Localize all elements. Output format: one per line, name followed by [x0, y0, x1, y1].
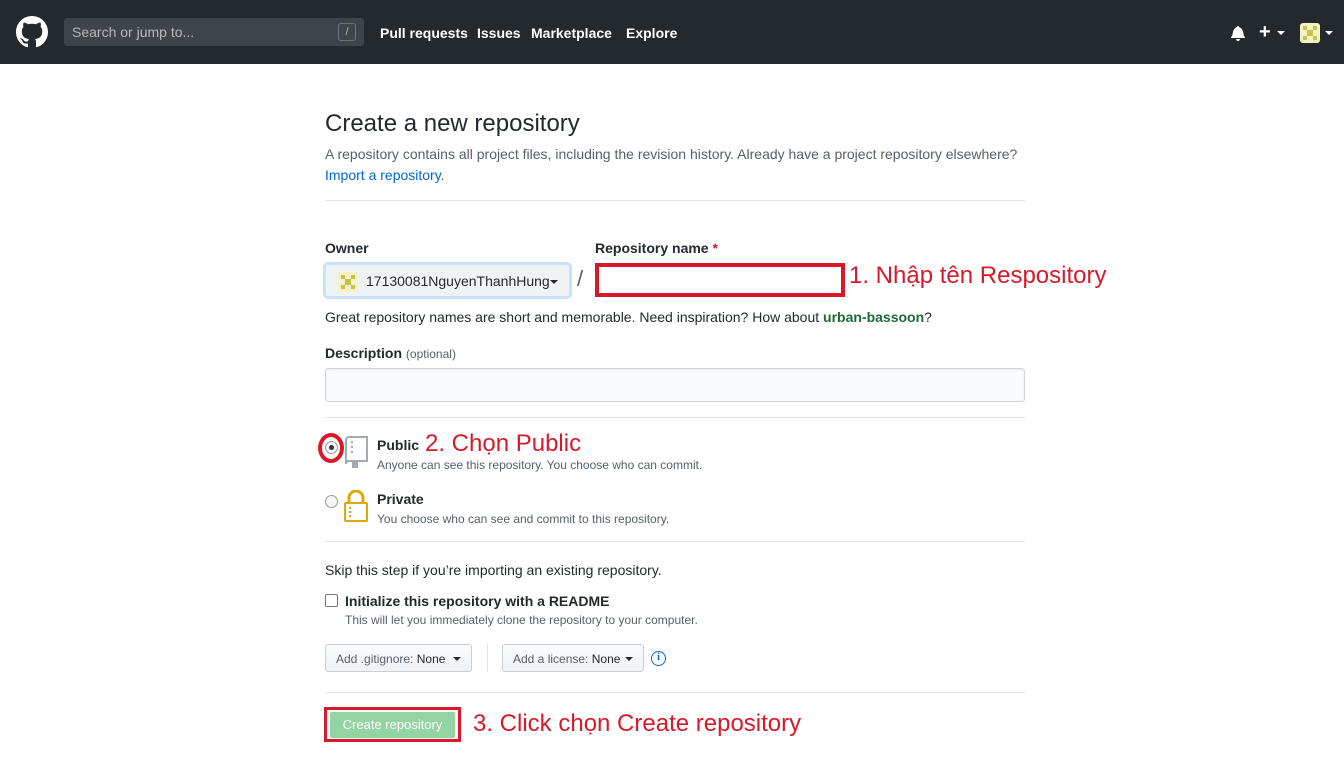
info-icon[interactable]: i: [651, 651, 666, 666]
hint-text: Great repository names are short and mem…: [325, 309, 820, 325]
chevron-down-icon: [1277, 31, 1285, 35]
private-radio[interactable]: [325, 495, 338, 508]
import-link-suffix: .: [440, 167, 445, 183]
annotation-step-3: 3. Click chọn Create repository: [473, 710, 802, 737]
annotation-circle: [318, 433, 344, 463]
chevron-down-icon: [550, 280, 558, 284]
divider: [325, 541, 1025, 542]
owner-label: Owner: [325, 240, 369, 256]
avatar[interactable]: [1300, 23, 1320, 43]
owner-select[interactable]: 17130081NguyenThanhHung: [325, 264, 570, 297]
license-select[interactable]: Add a license: None: [502, 644, 644, 672]
chevron-down-icon: [625, 657, 633, 661]
annotation-step-2: 2. Chọn Public: [425, 430, 582, 457]
public-title[interactable]: Public: [377, 437, 419, 453]
repo-name-input[interactable]: [595, 263, 845, 297]
description-label: Description (optional): [325, 345, 456, 361]
github-logo-icon[interactable]: [16, 16, 48, 48]
nav-marketplace[interactable]: Marketplace: [531, 25, 612, 41]
lock-icon: [344, 490, 368, 522]
required-mark: *: [712, 240, 718, 256]
suggested-name-link[interactable]: urban-bassoon: [823, 309, 924, 325]
vertical-divider: [487, 644, 488, 672]
gitignore-value: None: [416, 652, 446, 666]
page-description-text: A repository contains all project files,…: [325, 146, 1018, 162]
readme-checkbox[interactable]: [325, 594, 338, 607]
description-optional: (optional): [405, 347, 456, 361]
readme-note: This will let you immediately clone the …: [345, 613, 698, 627]
nav-explore[interactable]: Explore: [626, 25, 677, 41]
description-input[interactable]: [325, 368, 1025, 402]
license-label: Add a license:: [513, 652, 589, 666]
create-repository-button[interactable]: Create repository: [330, 712, 455, 738]
readme-label[interactable]: Initialize this repository with a README: [345, 593, 609, 609]
hint-suffix: ?: [924, 309, 932, 325]
chevron-down-icon: [1325, 31, 1333, 35]
search-shortcut-key: /: [338, 23, 356, 41]
chevron-down-icon: [453, 657, 461, 661]
plus-icon[interactable]: +: [1259, 22, 1271, 42]
page-title: Create a new repository: [325, 110, 580, 137]
annotation-box: Create repository: [324, 707, 461, 742]
gitignore-label: Add .gitignore:: [336, 652, 414, 666]
owner-name: 17130081NguyenThanhHung: [366, 273, 550, 289]
private-title[interactable]: Private: [377, 491, 424, 507]
identicon-icon: [1303, 26, 1317, 40]
public-note: Anyone can see this repository. You choo…: [377, 458, 703, 472]
divider: [325, 200, 1025, 201]
search-input[interactable]: Search or jump to... /: [64, 18, 364, 46]
nav-issues[interactable]: Issues: [477, 25, 521, 41]
private-note: You choose who can see and commit to thi…: [377, 512, 670, 526]
import-repository-link[interactable]: Import a repository: [325, 167, 441, 183]
owner-avatar: [338, 272, 358, 292]
repo-name-label-text: Repository name: [595, 240, 709, 256]
gitignore-text: Add .gitignore: None: [336, 652, 445, 666]
skip-note: Skip this step if you’re importing an ex…: [325, 562, 662, 578]
nav-pull-requests[interactable]: Pull requests: [380, 25, 468, 41]
page-description: A repository contains all project files,…: [325, 144, 1025, 186]
repo-name-hint: Great repository names are short and mem…: [325, 309, 932, 325]
bell-icon[interactable]: [1230, 25, 1246, 41]
license-text: Add a license: None: [513, 652, 620, 666]
divider: [325, 417, 1025, 418]
top-header: Search or jump to... / Pull requests Iss…: [0, 0, 1344, 64]
gitignore-select[interactable]: Add .gitignore: None: [325, 644, 472, 672]
repo-name-label: Repository name *: [595, 240, 718, 256]
search-placeholder: Search or jump to...: [72, 24, 195, 40]
description-label-text: Description: [325, 345, 403, 361]
repo-icon: [345, 436, 368, 468]
annotation-step-1: 1. Nhập tên Respository: [849, 262, 1107, 289]
owner-repo-separator: /: [577, 266, 584, 291]
license-value: None: [591, 652, 621, 666]
divider: [325, 692, 1025, 693]
